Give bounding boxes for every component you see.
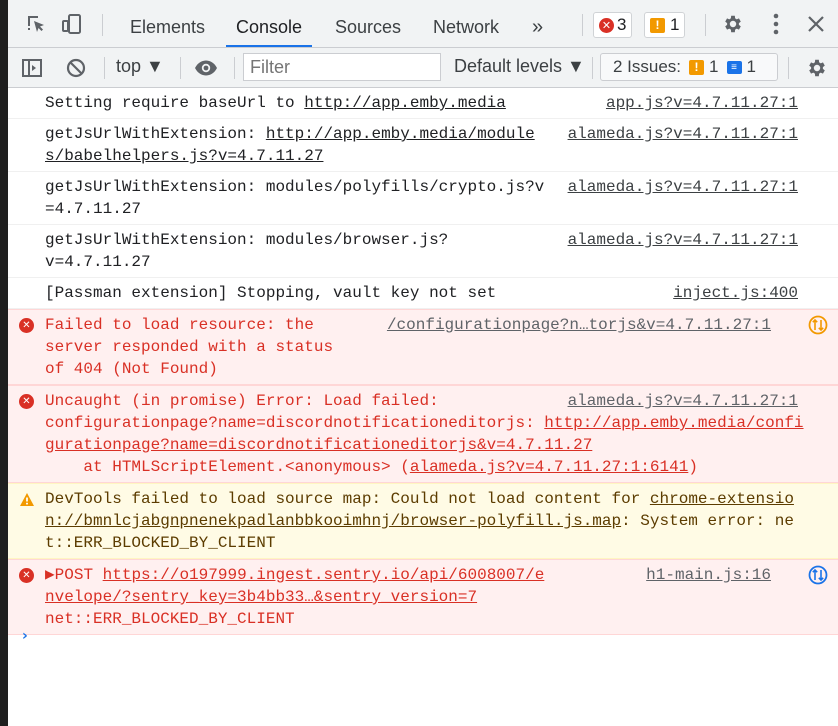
tab-elements[interactable]: Elements bbox=[130, 0, 205, 47]
context-selector[interactable]: top ▼ bbox=[116, 56, 164, 77]
toolbar-divider bbox=[234, 57, 235, 79]
console-prompt-chevron-icon[interactable]: › bbox=[22, 628, 28, 644]
message-source-link[interactable]: h1-main.js:16 bbox=[646, 564, 771, 586]
close-icon[interactable] bbox=[804, 12, 828, 36]
error-icon: ✕ bbox=[19, 568, 34, 583]
tab-network[interactable]: Network bbox=[433, 0, 499, 47]
tab-sources[interactable]: Sources bbox=[335, 0, 401, 47]
inspect-element-icon[interactable] bbox=[24, 12, 48, 36]
message-text: getJsUrlWithExtension: modules/browser.j… bbox=[45, 231, 449, 271]
clear-console-icon[interactable] bbox=[64, 56, 88, 80]
warning-count: 1 bbox=[670, 15, 680, 34]
console-log-message: getJsUrlWithExtension: http://app.emby.m… bbox=[8, 119, 838, 172]
console-log-message: Setting require baseUrl to http://app.em… bbox=[8, 88, 838, 119]
message-text: Failed to load resource: the server resp… bbox=[45, 316, 334, 378]
issues-info-count: 1 bbox=[746, 57, 756, 76]
message-link[interactable]: https://o197999.ingest.sentry.io/api/600… bbox=[45, 566, 544, 606]
tab-divider bbox=[102, 14, 103, 36]
message-source-link[interactable]: app.js?v=4.7.11.27:1 bbox=[606, 92, 798, 114]
tab-console[interactable]: Console bbox=[226, 0, 313, 47]
tab-divider bbox=[705, 14, 706, 36]
sidebar-toggle-icon[interactable] bbox=[20, 56, 44, 80]
console-log-message: getJsUrlWithExtension: modules/polyfills… bbox=[8, 172, 838, 225]
stack-trace-text: at HTMLScriptElement.<anonymous> ( bbox=[45, 458, 410, 476]
warning-icon: ! bbox=[650, 17, 665, 33]
message-text: net::ERR_BLOCKED_BY_CLIENT bbox=[45, 610, 295, 628]
message-text: getJsUrlWithExtension: bbox=[45, 125, 266, 143]
kebab-menu-icon[interactable] bbox=[764, 12, 788, 36]
error-icon: ✕ bbox=[599, 17, 614, 33]
console-error-message: ✕ Uncaught (in promise) Error: Load fail… bbox=[8, 385, 838, 483]
devtools-panel: Elements Console Sources Network » ✕ 3 !… bbox=[8, 0, 838, 726]
live-expression-eye-icon[interactable] bbox=[194, 56, 218, 80]
message-link[interactable]: http://app.emby.media bbox=[304, 94, 506, 112]
console-toolbar: top ▼ Default levels ▼ 2 Issues: ! 1 ≡ 1 bbox=[8, 48, 838, 88]
tab-divider bbox=[582, 14, 583, 36]
message-source-link[interactable]: alameda.js?v=4.7.11.27:1 bbox=[568, 176, 798, 198]
more-tabs-chevron-icon[interactable]: » bbox=[532, 0, 543, 47]
left-window-edge bbox=[0, 0, 8, 726]
message-source-link[interactable]: inject.js:400 bbox=[673, 282, 798, 304]
console-log-message: getJsUrlWithExtension: modules/browser.j… bbox=[8, 225, 838, 278]
console-error-message: ✕ Failed to load resource: the server re… bbox=[8, 309, 838, 385]
settings-gear-icon[interactable] bbox=[721, 12, 745, 36]
message-text: [Passman extension] Stopping, vault key … bbox=[45, 284, 497, 302]
expand-triangle-icon[interactable]: ▶POST bbox=[45, 566, 103, 584]
stack-trace-text: ) bbox=[688, 458, 698, 476]
warning-triangle-icon bbox=[19, 492, 35, 507]
console-log-message: [Passman extension] Stopping, vault key … bbox=[8, 278, 838, 309]
message-source-link[interactable]: alameda.js?v=4.7.11.27:1 bbox=[568, 229, 798, 251]
main-tab-bar: Elements Console Sources Network » ✕ 3 !… bbox=[8, 0, 838, 48]
message-source-link[interactable]: alameda.js?v=4.7.11.27:1 bbox=[568, 123, 798, 145]
toolbar-divider bbox=[788, 57, 789, 79]
console-settings-gear-icon[interactable] bbox=[805, 56, 829, 80]
toolbar-divider bbox=[592, 57, 593, 79]
message-text: Setting require baseUrl to bbox=[45, 94, 305, 112]
warning-icon: ! bbox=[689, 59, 705, 75]
message-text: DevTools failed to load source map: Coul… bbox=[45, 490, 650, 508]
device-toolbar-icon[interactable] bbox=[60, 12, 84, 36]
warning-count-badge[interactable]: ! 1 bbox=[644, 12, 686, 38]
issues-warning-count: 1 bbox=[709, 57, 719, 76]
issues-button[interactable]: 2 Issues: ! 1 ≡ 1 bbox=[600, 53, 778, 81]
error-count: 3 bbox=[617, 15, 627, 34]
message-text: getJsUrlWithExtension: modules/polyfills… bbox=[45, 178, 545, 218]
error-icon: ✕ bbox=[19, 318, 34, 333]
toolbar-divider bbox=[180, 57, 181, 79]
network-request-icon[interactable] bbox=[808, 315, 828, 335]
network-request-icon[interactable] bbox=[808, 565, 828, 585]
message-source-link[interactable]: /configurationpage?n…torjs&v=4.7.11.27:1 bbox=[387, 314, 771, 336]
console-warning-message: DevTools failed to load source map: Coul… bbox=[8, 483, 838, 559]
message-text: configurationpage?name=discordnotificati… bbox=[45, 414, 545, 432]
error-count-badge[interactable]: ✕ 3 bbox=[593, 12, 633, 38]
error-icon: ✕ bbox=[19, 394, 34, 409]
filter-input[interactable] bbox=[243, 53, 441, 81]
message-source-link[interactable]: alameda.js?v=4.7.11.27:1 bbox=[568, 390, 798, 412]
console-messages: Setting require baseUrl to http://app.em… bbox=[8, 88, 838, 635]
message-text: Uncaught (in promise) Error: Load failed… bbox=[45, 392, 439, 410]
console-error-message: ✕ ▶POST https://o197999.ingest.sentry.io… bbox=[8, 559, 838, 635]
stack-trace-link[interactable]: alameda.js?v=4.7.11.27:1:6141 bbox=[410, 458, 688, 476]
issues-label: 2 Issues: bbox=[613, 57, 682, 76]
toolbar-divider bbox=[104, 57, 105, 79]
info-message-icon: ≡ bbox=[726, 60, 742, 74]
log-levels-dropdown[interactable]: Default levels ▼ bbox=[454, 56, 585, 77]
